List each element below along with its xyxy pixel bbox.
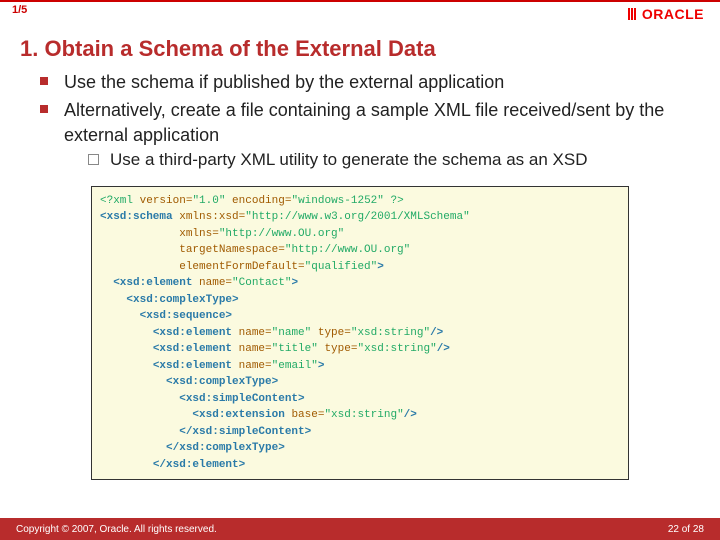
top-bar: 1/5 ORACLE: [0, 0, 720, 26]
logo-icon: [628, 8, 636, 20]
list-item: Use the schema if published by the exter…: [40, 70, 680, 94]
code-sample: <?xml version="1.0" encoding="windows-12…: [91, 186, 629, 481]
copyright-text: Copyright © 2007, Oracle. All rights res…: [16, 524, 217, 535]
bullet-text: Alternatively, create a file containing …: [64, 100, 664, 144]
logo-text: ORACLE: [642, 6, 704, 22]
bullet-list: Use the schema if published by the exter…: [40, 70, 680, 172]
page-number: 22 of 28: [668, 524, 704, 535]
list-item: Use a third-party XML utility to generat…: [88, 149, 680, 172]
sub-bullet-text: Use a third-party XML utility to generat…: [110, 150, 588, 169]
list-item: Alternatively, create a file containing …: [40, 98, 680, 172]
sub-list: Use a third-party XML utility to generat…: [88, 149, 680, 172]
page-indicator: 1/5: [12, 4, 27, 16]
oracle-logo: ORACLE: [628, 6, 704, 22]
bullet-text: Use the schema if published by the exter…: [64, 72, 504, 92]
slide-title: 1. Obtain a Schema of the External Data: [20, 36, 720, 62]
content-area: Use the schema if published by the exter…: [40, 70, 680, 480]
footer-bar: Copyright © 2007, Oracle. All rights res…: [0, 518, 720, 540]
